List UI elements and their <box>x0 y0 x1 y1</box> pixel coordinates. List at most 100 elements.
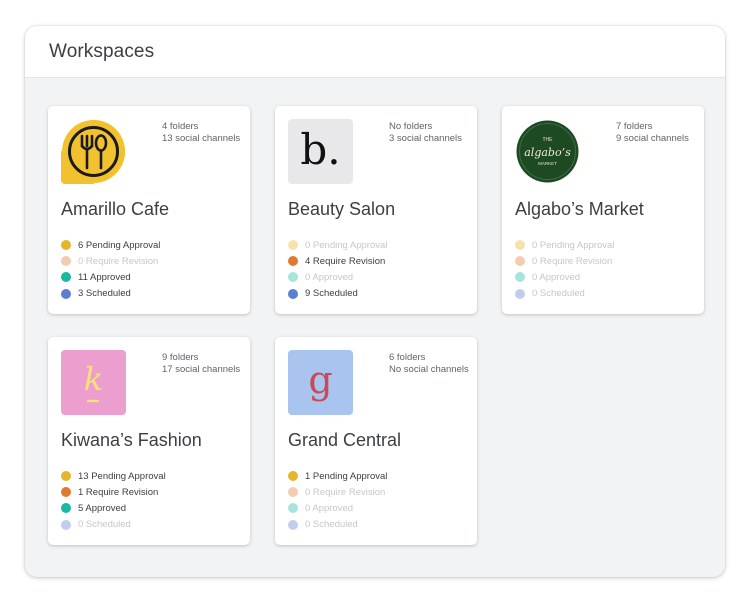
status-dot <box>61 256 71 267</box>
stat-require-revision: 0 Require Revision <box>288 484 387 500</box>
workspace-meta: 4 folders 13 social channels <box>162 121 240 144</box>
workspace-name[interactable]: Algabo’s Market <box>515 199 644 220</box>
workspace-meta: 6 folders No social channels <box>389 352 469 375</box>
stat-pending-approval: 0 Pending Approval <box>515 237 614 253</box>
status-dot <box>515 288 525 299</box>
panel-header: Workspaces <box>25 26 725 78</box>
workspace-card-amarillo-cafe[interactable]: 4 folders 13 social channels Amarillo Ca… <box>48 106 250 314</box>
status-dot <box>288 503 298 514</box>
stat-label: 5 Approved <box>78 502 127 514</box>
folder-count: 6 folders <box>389 352 426 363</box>
workspaces-panel: Workspaces 4 folders 13 social channels … <box>25 26 725 577</box>
status-dot <box>515 256 525 267</box>
page-title: Workspaces <box>49 41 155 62</box>
logo-letter: g <box>308 357 333 402</box>
stat-label: 1 Require Revision <box>78 486 159 498</box>
kiwanas-logo-graphic: k <box>84 360 103 403</box>
status-dot <box>288 272 298 283</box>
stat-label: 0 Require Revision <box>78 255 159 267</box>
stat-require-revision: 4 Require Revision <box>288 253 387 269</box>
workspace-stats: 1 Pending Approval 0 Require Revision 0 … <box>288 468 387 533</box>
status-dot <box>61 519 71 530</box>
status-dot <box>288 471 298 482</box>
stat-label: 9 Scheduled <box>305 288 358 300</box>
channel-count: 13 social channels <box>162 132 241 144</box>
workspace-card-kiwanas-fashion[interactable]: k 9 folders 17 social channels Kiwana’s … <box>48 337 250 545</box>
stat-pending-approval: 0 Pending Approval <box>288 237 387 253</box>
status-dot <box>288 519 298 530</box>
channel-count: No social channels <box>389 363 469 375</box>
workspace-stats: 13 Pending Approval 1 Require Revision 5… <box>61 468 166 533</box>
status-dot <box>61 272 71 283</box>
stat-label: 0 Require Revision <box>532 255 613 267</box>
stat-label: 0 Require Revision <box>305 486 386 498</box>
workspace-card-beauty-salon[interactable]: b. No folders 3 social channels Beauty S… <box>275 106 477 314</box>
stat-label: 0 Approved <box>532 271 581 283</box>
stat-scheduled: 0 Scheduled <box>61 517 166 533</box>
stat-require-revision: 1 Require Revision <box>61 484 166 500</box>
logo-top-text: THE <box>543 137 554 143</box>
stat-label: 4 Require Revision <box>305 255 386 267</box>
workspace-name[interactable]: Kiwana’s Fashion <box>61 430 202 451</box>
stat-label: 0 Scheduled <box>78 519 131 531</box>
kiwanas-fashion-logo: k <box>61 350 126 415</box>
workspace-stats: 0 Pending Approval 4 Require Revision 0 … <box>288 237 387 302</box>
folder-count: No folders <box>389 121 433 132</box>
stat-pending-approval: 13 Pending Approval <box>61 468 166 484</box>
stat-label: 0 Scheduled <box>532 288 585 300</box>
channel-count: 3 social channels <box>389 132 462 144</box>
workspace-name[interactable]: Amarillo Cafe <box>61 199 169 220</box>
workspace-name[interactable]: Beauty Salon <box>288 199 395 220</box>
stat-label: 1 Pending Approval <box>305 470 388 482</box>
stat-approved: 5 Approved <box>61 500 166 516</box>
status-dot <box>288 487 298 498</box>
logo-letter: k <box>84 360 103 398</box>
algabos-logo-graphic: THE algabo’s MARKET <box>515 119 580 184</box>
status-dot <box>515 240 525 251</box>
status-dot <box>515 272 525 283</box>
stat-require-revision: 0 Require Revision <box>61 253 160 269</box>
workspace-stats: 6 Pending Approval 0 Require Revision 11… <box>61 237 160 302</box>
status-dot <box>61 487 71 498</box>
stat-pending-approval: 6 Pending Approval <box>61 237 160 253</box>
stat-label: 3 Scheduled <box>78 288 131 300</box>
stat-label: 0 Approved <box>305 502 354 514</box>
stat-require-revision: 0 Require Revision <box>515 253 614 269</box>
stat-scheduled: 3 Scheduled <box>61 286 160 302</box>
status-dot <box>288 288 298 299</box>
status-dot <box>288 256 298 267</box>
logo-letter: b. <box>300 124 341 174</box>
workspace-card-algabos-market[interactable]: THE algabo’s MARKET 7 folders 9 social c… <box>502 106 704 314</box>
stat-label: 13 Pending Approval <box>78 470 166 482</box>
status-dot <box>61 471 71 482</box>
stat-approved: 11 Approved <box>61 269 160 285</box>
stat-pending-approval: 1 Pending Approval <box>288 468 387 484</box>
logo-bottom-text: MARKET <box>538 161 557 166</box>
algabos-market-logo: THE algabo’s MARKET <box>515 119 580 184</box>
stat-label: 0 Pending Approval <box>305 239 388 251</box>
folder-count: 9 folders <box>162 352 199 363</box>
channel-count: 17 social channels <box>162 363 241 375</box>
fork-spoon-icon <box>61 119 126 184</box>
stat-approved: 0 Approved <box>515 269 614 285</box>
stat-approved: 0 Approved <box>288 500 387 516</box>
workspace-meta: 7 folders 9 social channels <box>616 121 689 144</box>
channel-count: 9 social channels <box>616 132 689 144</box>
beauty-salon-logo: b. <box>288 119 353 184</box>
stat-label: 11 Approved <box>78 271 131 283</box>
logo-script-text: algabo’s <box>524 146 571 159</box>
grand-central-logo: g <box>288 350 353 415</box>
workspace-card-grand-central[interactable]: g 6 folders No social channels Grand Cen… <box>275 337 477 545</box>
stat-scheduled: 9 Scheduled <box>288 286 387 302</box>
stat-label: 0 Approved <box>305 271 354 283</box>
stat-scheduled: 0 Scheduled <box>288 517 387 533</box>
workspace-meta: 9 folders 17 social channels <box>162 352 240 375</box>
status-dot <box>61 240 71 251</box>
stat-approved: 0 Approved <box>288 269 387 285</box>
stat-label: 0 Pending Approval <box>532 239 615 251</box>
folder-count: 7 folders <box>616 121 653 132</box>
workspace-name[interactable]: Grand Central <box>288 430 401 451</box>
status-dot <box>61 288 71 299</box>
status-dot <box>288 240 298 251</box>
workspace-stats: 0 Pending Approval 0 Require Revision 0 … <box>515 237 614 302</box>
